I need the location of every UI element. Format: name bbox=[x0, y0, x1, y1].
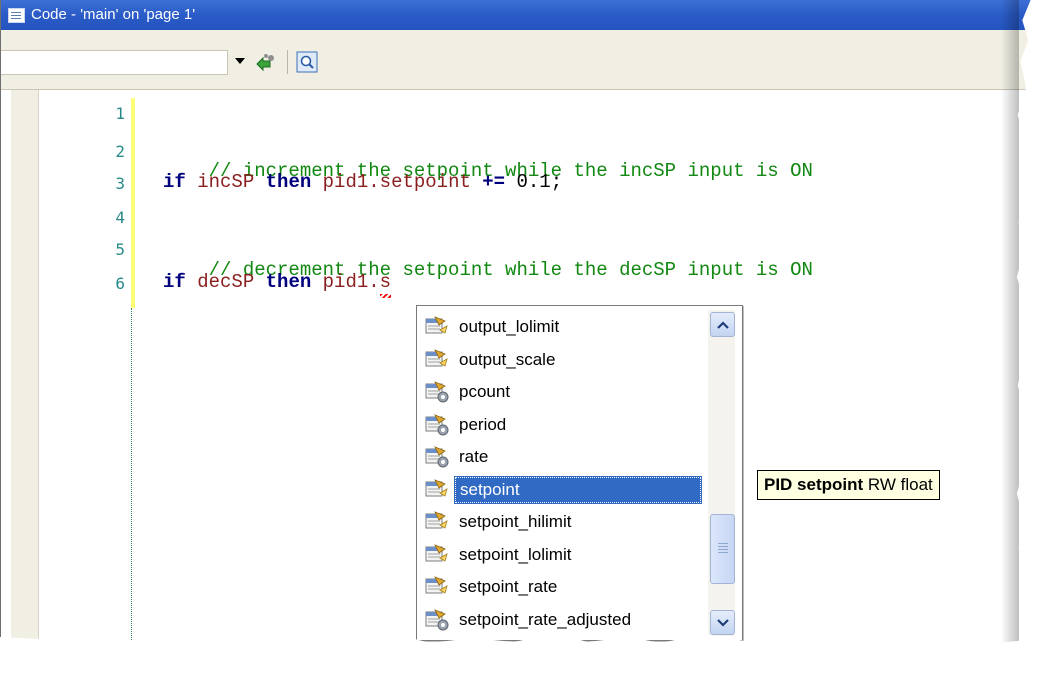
property-rw-icon bbox=[425, 478, 451, 501]
code-line-5[interactable]: // decrement the setpoint while the decS… bbox=[163, 237, 813, 303]
compile-arrow-icon[interactable] bbox=[253, 50, 277, 74]
code-window: Code - 'main' on 'page 1' 1 2 3 4 5 6 //… bbox=[0, 0, 1041, 648]
toolbar bbox=[1, 30, 1041, 90]
line-number: 4 bbox=[115, 208, 125, 227]
identifier: incSP bbox=[185, 171, 266, 193]
chevron-up-icon bbox=[716, 320, 729, 329]
property-ro-icon bbox=[425, 446, 451, 468]
autocomplete-item[interactable]: setpoint_hilimit bbox=[425, 507, 709, 537]
scrollbar[interactable] bbox=[708, 310, 735, 636]
autocomplete-item-label: setpoint_rate_adjusted bbox=[459, 609, 632, 629]
identifier: decSP bbox=[185, 271, 266, 293]
autocomplete-item-label: output_lolimit bbox=[459, 317, 560, 336]
code-line-3[interactable]: if incSP then pid1.setpoint += 0.1; bbox=[163, 171, 562, 193]
autocomplete-item-label: setpoint_lolimit bbox=[459, 544, 572, 564]
typed-text-error: s bbox=[379, 271, 392, 298]
keyword: then bbox=[265, 171, 312, 193]
autocomplete-item[interactable]: period bbox=[425, 410, 709, 440]
autocomplete-item[interactable]: rate bbox=[425, 442, 709, 472]
fold-guide-line bbox=[131, 308, 132, 648]
line-number: 1 bbox=[115, 104, 125, 123]
keyword: if bbox=[163, 271, 186, 293]
window-title: Code - 'main' on 'page 1' bbox=[31, 6, 196, 23]
property-ro-icon bbox=[425, 608, 451, 631]
edge-shadow bbox=[1001, 0, 1019, 676]
autocomplete-item-label: pcount bbox=[459, 382, 511, 401]
identifier: pid1. bbox=[311, 271, 380, 293]
property-ro-icon bbox=[425, 381, 451, 403]
line-number: 2 bbox=[115, 142, 125, 161]
tooltip-detail: RW float bbox=[863, 475, 933, 494]
property-rw-icon bbox=[425, 543, 451, 566]
scroll-down-button[interactable] bbox=[710, 610, 735, 635]
autocomplete-item-label: setpoint bbox=[454, 475, 702, 504]
autocomplete-item[interactable]: setpoint bbox=[425, 475, 709, 505]
property-ro-icon bbox=[425, 413, 451, 436]
code-line-6[interactable]: if decSP then pid1.s bbox=[163, 271, 392, 298]
scroll-up-button[interactable] bbox=[710, 312, 735, 337]
keyword: then bbox=[265, 271, 312, 293]
keyword: if bbox=[163, 171, 186, 193]
code-document-icon bbox=[8, 7, 25, 23]
autocomplete-item[interactable]: setpoint_rate bbox=[425, 572, 709, 602]
property-rw-icon bbox=[425, 511, 451, 533]
scroll-thumb[interactable] bbox=[710, 514, 735, 584]
toolbar-separator bbox=[287, 50, 288, 74]
title-bar[interactable]: Code - 'main' on 'page 1' bbox=[1, 0, 1041, 30]
property-rw-icon bbox=[425, 348, 451, 371]
property-rw-icon bbox=[425, 576, 451, 598]
function-combo[interactable] bbox=[1, 50, 228, 75]
member-tooltip: PID setpoint RW float bbox=[757, 470, 940, 500]
autocomplete-item-label: output_scale bbox=[459, 349, 556, 369]
autocomplete-item[interactable]: output_lolimit bbox=[425, 312, 709, 342]
find-icon[interactable] bbox=[295, 50, 319, 74]
literal: 0.1; bbox=[505, 171, 563, 193]
line-number: 6 bbox=[115, 274, 125, 293]
breakpoint-margin[interactable] bbox=[11, 90, 39, 640]
chevron-down-icon bbox=[716, 618, 729, 627]
chevron-down-icon[interactable] bbox=[235, 58, 245, 64]
autocomplete-item-label: rate bbox=[459, 447, 489, 466]
autocomplete-item-label: setpoint_hilimit bbox=[459, 512, 572, 531]
autocomplete-item-label: setpoint_rate bbox=[459, 577, 558, 596]
autocomplete-list[interactable]: output_lolimit output_scale pcount perio… bbox=[416, 305, 743, 641]
identifier: pid1.setpoint bbox=[311, 171, 483, 193]
line-number: 3 bbox=[115, 174, 125, 193]
property-rw-icon bbox=[425, 316, 451, 338]
autocomplete-item[interactable]: pcount bbox=[425, 377, 709, 407]
autocomplete-item[interactable]: setpoint_rate_adjusted bbox=[425, 605, 709, 635]
autocomplete-item[interactable]: output_scale bbox=[425, 345, 709, 375]
autocomplete-item-label: period bbox=[459, 414, 507, 434]
line-number: 5 bbox=[115, 240, 125, 259]
change-marker-bar bbox=[131, 98, 135, 308]
tooltip-title: PID setpoint bbox=[764, 475, 864, 494]
autocomplete-item[interactable]: setpoint_lolimit bbox=[425, 540, 709, 570]
operator: += bbox=[482, 171, 506, 193]
